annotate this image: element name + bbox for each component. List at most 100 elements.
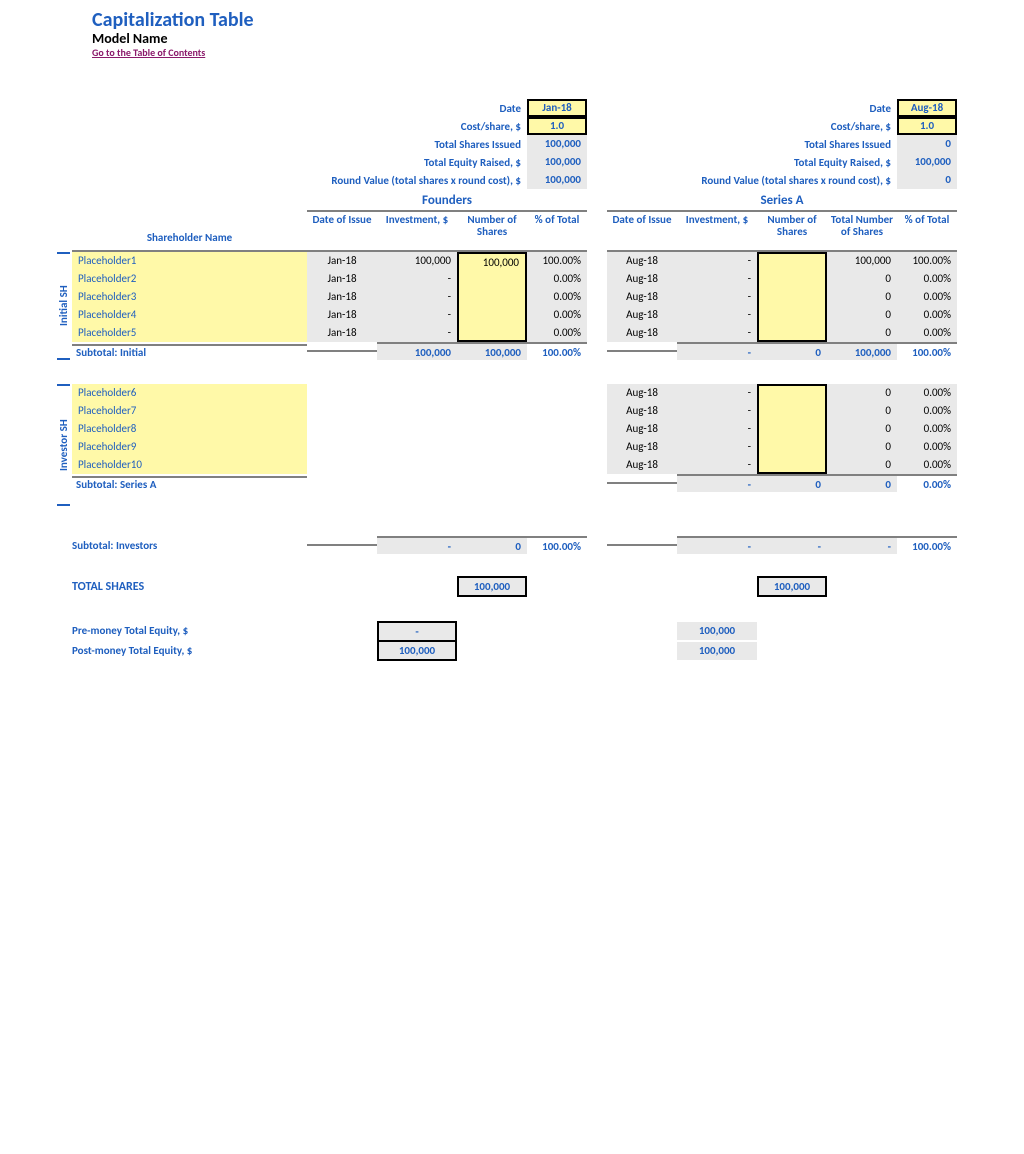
inv-a-inv: - — [677, 536, 757, 554]
st-sa-ainv: - — [677, 474, 757, 492]
initial-apct-1: 0.00% — [897, 270, 957, 288]
investor-section: Investor SHPlaceholder6Aug-18-00.00%Plac… — [12, 384, 1012, 506]
initial-apct-3: 0.00% — [897, 306, 957, 324]
post-money-a: 100,000 — [677, 642, 757, 660]
inv-f-sh: 0 — [457, 536, 527, 554]
initial-apct-0: 100.00% — [897, 252, 957, 270]
investor-ash-1[interactable] — [757, 402, 827, 420]
initial-ainv-2: - — [677, 288, 757, 306]
shares-label-a: Total Shares Issued — [607, 138, 897, 151]
vbar-investor: Investor SH — [12, 384, 72, 506]
investor-name-1[interactable]: Placeholder7 — [72, 402, 307, 420]
st-i-fpct: 100.00% — [527, 342, 587, 360]
initial-ash-2[interactable] — [757, 288, 827, 306]
date-label-a: Date — [607, 102, 897, 115]
shares-founders: 100,000 — [527, 135, 587, 153]
initial-apct-4: 0.00% — [897, 324, 957, 342]
initial-adate-4: Aug-18 — [607, 324, 677, 342]
subtotal-initial-label: Subtotal: Initial — [72, 344, 307, 359]
initial-name-2[interactable]: Placeholder3 — [72, 288, 307, 306]
subtotal-investors-label: Subtotal: Investors — [72, 539, 307, 552]
st-i-atot: 100,000 — [827, 342, 897, 360]
toc-link[interactable]: Go to the Table of Contents — [92, 46, 1012, 59]
shares-label-f: Total Shares Issued — [12, 138, 527, 151]
investor-ash-2[interactable] — [757, 420, 827, 438]
roundval-seriesA: 0 — [897, 171, 957, 189]
initial-fsh-3[interactable] — [457, 306, 527, 324]
initial-ash-0[interactable] — [757, 252, 827, 270]
investor-atot-3: 0 — [827, 438, 897, 456]
subtotal-seriesA-label: Subtotal: Series A — [72, 476, 307, 491]
cost-seriesA[interactable]: 1.0 — [897, 117, 957, 135]
pre-money-f: - — [377, 621, 457, 640]
investor-name-0[interactable]: Placeholder6 — [72, 384, 307, 402]
st-sa-apct: 0.00% — [897, 474, 957, 492]
initial-fsh-4[interactable] — [457, 324, 527, 342]
investor-ash-0[interactable] — [757, 384, 827, 402]
investor-apct-1: 0.00% — [897, 402, 957, 420]
col-a-date: Date of Issue — [607, 212, 677, 252]
pre-money-label: Pre-money Total Equity, $ — [72, 624, 307, 637]
initial-fsh-2[interactable] — [457, 288, 527, 306]
initial-fpct-0: 100.00% — [527, 252, 587, 270]
initial-adate-1: Aug-18 — [607, 270, 677, 288]
investor-adate-3: Aug-18 — [607, 438, 677, 456]
equity-founders: 100,000 — [527, 153, 587, 171]
investor-adate-1: Aug-18 — [607, 402, 677, 420]
initial-name-4[interactable]: Placeholder5 — [72, 324, 307, 342]
initial-name-0[interactable]: Placeholder1 — [72, 252, 307, 270]
inv-f-pct: 100.00% — [527, 536, 587, 554]
page-title: Capitalization Table — [92, 8, 1012, 32]
initial-finv-1: - — [377, 270, 457, 288]
roundval-label-a: Round Value (total shares x round cost),… — [607, 174, 897, 187]
investor-apct-2: 0.00% — [897, 420, 957, 438]
initial-fsh-0[interactable]: 100,000 — [457, 252, 527, 270]
st-i-ainv: - — [677, 342, 757, 360]
initial-ainv-3: - — [677, 306, 757, 324]
total-shares-label: TOTAL SHARES — [72, 580, 307, 594]
date-seriesA[interactable]: Aug-18 — [897, 99, 957, 117]
initial-fpct-1: 0.00% — [527, 270, 587, 288]
st-i-fsh: 100,000 — [457, 342, 527, 360]
initial-adate-2: Aug-18 — [607, 288, 677, 306]
investor-atot-4: 0 — [827, 456, 897, 474]
st-i-ash: 0 — [757, 342, 827, 360]
initial-ash-4[interactable] — [757, 324, 827, 342]
total-shares-f: 100,000 — [457, 576, 527, 597]
initial-ash-3[interactable] — [757, 306, 827, 324]
investor-name-3[interactable]: Placeholder9 — [72, 438, 307, 456]
cost-founders[interactable]: 1.0 — [527, 117, 587, 135]
date-founders[interactable]: Jan-18 — [527, 99, 587, 117]
roundval-label-f: Round Value (total shares x round cost),… — [12, 174, 527, 187]
equity-label-a: Total Equity Raised, $ — [607, 156, 897, 169]
initial-section: Initial SHPlaceholder1Jan-18100,000100,0… — [12, 252, 1012, 360]
col-f-pct: % of Total — [527, 212, 587, 252]
st-sa-atot: 0 — [827, 474, 897, 492]
investor-ainv-0: - — [677, 384, 757, 402]
investor-ainv-2: - — [677, 420, 757, 438]
investor-ash-3[interactable] — [757, 438, 827, 456]
initial-fsh-1[interactable] — [457, 270, 527, 288]
col-shareholder: Shareholder Name — [72, 231, 307, 252]
shares-seriesA: 0 — [897, 135, 957, 153]
post-money-label: Post-money Total Equity, $ — [72, 644, 307, 657]
initial-finv-2: - — [377, 288, 457, 306]
initial-adate-3: Aug-18 — [607, 306, 677, 324]
investor-adate-4: Aug-18 — [607, 456, 677, 474]
seriesA-header: Series A — [607, 193, 957, 212]
initial-name-3[interactable]: Placeholder4 — [72, 306, 307, 324]
investor-apct-4: 0.00% — [897, 456, 957, 474]
initial-ash-1[interactable] — [757, 270, 827, 288]
initial-fdate-4: Jan-18 — [307, 324, 377, 342]
investor-name-2[interactable]: Placeholder8 — [72, 420, 307, 438]
st-i-apct: 100.00% — [897, 342, 957, 360]
investor-atot-1: 0 — [827, 402, 897, 420]
initial-fpct-2: 0.00% — [527, 288, 587, 306]
equity-seriesA: 100,000 — [897, 153, 957, 171]
investor-ash-4[interactable] — [757, 456, 827, 474]
inv-a-sh: - — [757, 536, 827, 554]
column-headers: Founders Series A Shareholder Name Date … — [12, 193, 1012, 252]
initial-name-1[interactable]: Placeholder2 — [72, 270, 307, 288]
investor-name-4[interactable]: Placeholder10 — [72, 456, 307, 474]
founders-header: Founders — [307, 193, 587, 212]
